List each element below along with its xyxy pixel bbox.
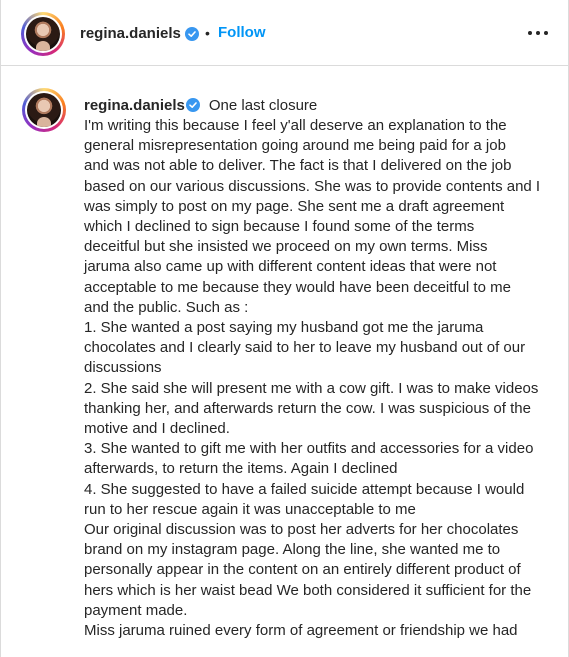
follow-button[interactable]: Follow: [218, 24, 266, 41]
header-username[interactable]: regina.daniels: [80, 25, 181, 42]
caption-line: run to her rescue again it was unaccepta…: [84, 500, 416, 518]
caption-line: thanking her, and afterwards return the …: [84, 399, 531, 417]
caption-line: brand on my instagram page. Along the li…: [84, 541, 501, 559]
caption-line: based on our various discussions. She wa…: [84, 177, 541, 195]
post-caption: regina.daniels One last closure I'm writi…: [84, 96, 562, 641]
avatar-photo: [27, 93, 61, 127]
caption-line: 3. She wanted to gift me with her outfit…: [84, 440, 534, 458]
caption-line: 2. She said she will present me with a c…: [84, 379, 539, 397]
verified-badge-icon: [185, 27, 199, 41]
caption-avatar[interactable]: [22, 88, 66, 132]
caption-line: which I declined to sign because I found…: [84, 218, 475, 236]
caption-line: general misrepresentation going around m…: [84, 137, 506, 155]
separator-dot: •: [205, 25, 210, 41]
caption-header: regina.daniels One last closure: [84, 96, 562, 116]
caption-line: Our original discussion was to post her …: [84, 521, 519, 539]
caption-line: motive and I declined.: [84, 420, 230, 438]
avatar-photo: [26, 17, 60, 51]
caption-line: personally appear in the content on an e…: [84, 561, 521, 579]
caption-line: afterwards, to return the items. Again I…: [84, 460, 398, 478]
caption-username[interactable]: regina.daniels: [84, 97, 185, 114]
caption-line: discussions: [84, 359, 162, 377]
more-options-icon[interactable]: [526, 24, 550, 42]
caption-title: One last closure: [208, 97, 318, 114]
caption-line: chocolates and I clearly said to her to …: [84, 339, 526, 357]
caption-line: acceptable to me because they would have…: [84, 278, 511, 296]
caption-line: 1. She wanted a post saying my husband g…: [84, 319, 484, 337]
caption-line: was simply to post on my page. She sent …: [84, 197, 505, 215]
caption-text: I'm writing this because I feel y'all de…: [84, 116, 562, 641]
caption-line: hers which is her waist bead We both con…: [84, 581, 532, 599]
post-window: regina.daniels • Follow regina.daniels On…: [0, 0, 569, 657]
profile-avatar[interactable]: [21, 12, 65, 56]
caption-line: and the public. Such as :: [84, 298, 249, 316]
caption-line: I'm writing this because I feel y'all de…: [84, 117, 507, 134]
caption-line: payment made.: [84, 601, 188, 619]
caption-line: Miss jaruma ruined every form of agreeme…: [84, 622, 518, 640]
post-header: regina.daniels • Follow: [1, 0, 568, 66]
caption-line: deceitful but she insisted we proceed on…: [84, 238, 488, 256]
caption-line: 4. She suggested to have a failed suicid…: [84, 480, 525, 498]
caption-line: and was not able to deliver. The fact is…: [84, 157, 512, 175]
caption-line: jaruma also came up with different conte…: [84, 258, 497, 276]
verified-badge-icon: [186, 98, 200, 112]
